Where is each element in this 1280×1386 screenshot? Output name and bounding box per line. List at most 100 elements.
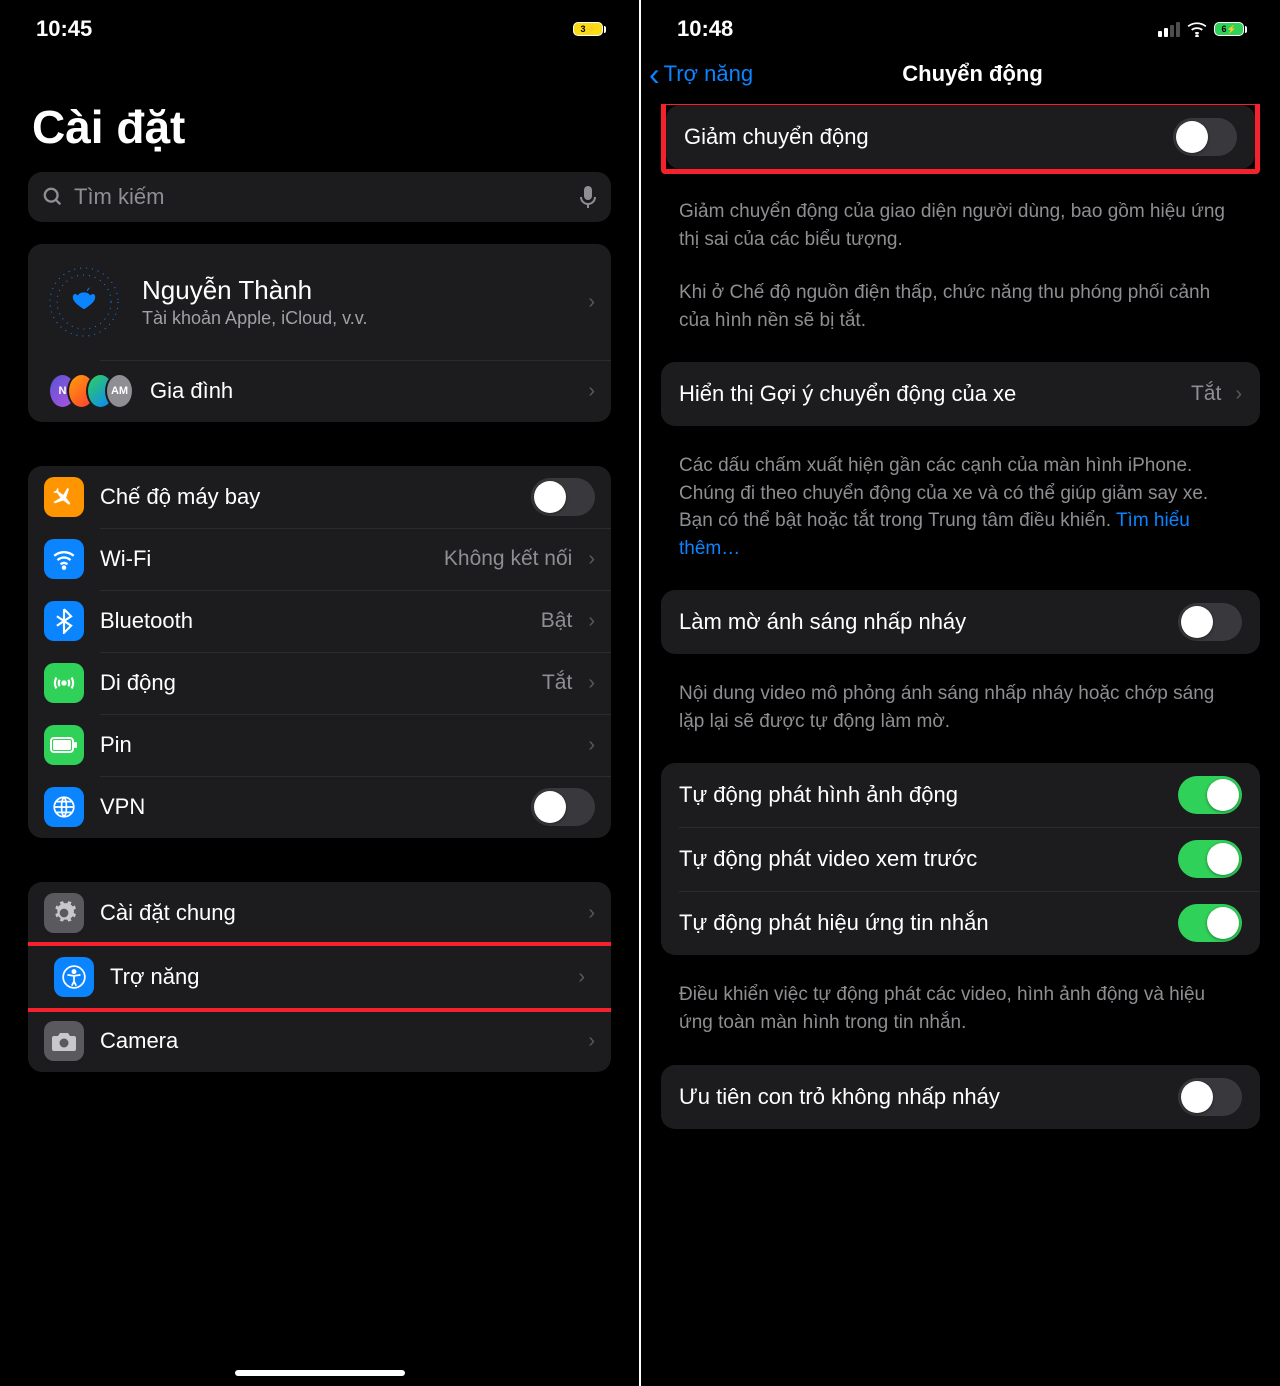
auto-msg-effects-label: Tự động phát hiệu ứng tin nhắn xyxy=(679,910,1164,936)
reduce-motion-group: Giảm chuyển động xyxy=(666,105,1255,169)
airplane-icon xyxy=(44,477,84,517)
dim-flashing-label: Làm mờ ánh sáng nhấp nháy xyxy=(679,609,1164,635)
wifi-icon xyxy=(44,539,84,579)
bluetooth-row[interactable]: Bluetooth Bật › xyxy=(28,590,611,652)
cellular-icon xyxy=(44,663,84,703)
airplane-row[interactable]: Chế độ máy bay xyxy=(28,466,611,528)
auto-images-label: Tự động phát hình ảnh động xyxy=(679,782,1164,808)
auto-msg-effects-toggle[interactable] xyxy=(1178,904,1242,942)
vehicle-cues-value: Tắt xyxy=(1191,382,1221,406)
accessibility-label: Trợ năng xyxy=(110,964,562,990)
wifi-status-icon xyxy=(1186,21,1208,37)
cellular-row[interactable]: Di động Tắt › xyxy=(28,652,611,714)
nav-title: Chuyển động xyxy=(673,61,1272,87)
signal-icon xyxy=(1158,22,1180,37)
camera-label: Camera xyxy=(100,1028,572,1054)
general-row[interactable]: Cài đặt chung › xyxy=(28,882,611,944)
wifi-label: Wi-Fi xyxy=(100,546,428,572)
gear-icon xyxy=(44,893,84,933)
connectivity-group: Chế độ máy bay Wi-Fi Không kết nối › Blu… xyxy=(28,466,611,838)
profile-subtitle: Tài khoản Apple, iCloud, v.v. xyxy=(142,308,570,329)
dim-flashing-row[interactable]: Làm mờ ánh sáng nhấp nháy xyxy=(661,590,1260,654)
reduce-motion-row[interactable]: Giảm chuyển động xyxy=(666,105,1255,169)
chevron-right-icon: › xyxy=(588,672,595,695)
battery-label: Pin xyxy=(100,732,572,758)
phone-right: 10:48 6⚡ ‹ Trợ năng Chuyển động Giảm chu… xyxy=(641,0,1280,1386)
chevron-right-icon: › xyxy=(1235,383,1242,406)
nav-bar: ‹ Trợ năng Chuyển động xyxy=(641,50,1280,104)
search-placeholder: Tìm kiếm xyxy=(74,184,569,210)
status-bar: 10:45 3⚡ xyxy=(0,0,639,50)
airplane-label: Chế độ máy bay xyxy=(100,484,515,510)
chevron-left-icon: ‹ xyxy=(649,58,660,90)
cellular-value: Tắt xyxy=(542,671,572,695)
vpn-row[interactable]: VPN xyxy=(28,776,611,838)
chevron-right-icon: › xyxy=(588,1030,595,1053)
chevron-right-icon: › xyxy=(578,966,585,989)
family-row[interactable]: N AM Gia đình › xyxy=(28,360,611,422)
reduce-motion-desc: Giảm chuyển động của giao diện người dùn… xyxy=(661,188,1260,334)
status-time: 10:45 xyxy=(36,16,92,42)
cursor-group: Ưu tiên con trỏ không nhấp nháy xyxy=(661,1065,1260,1129)
general-group: Cài đặt chung › Trợ năng › Camera › xyxy=(28,882,611,1072)
status-time: 10:48 xyxy=(677,16,733,42)
chevron-right-icon: › xyxy=(588,291,595,314)
chevron-right-icon: › xyxy=(588,610,595,633)
dim-flashing-desc: Nội dung video mô phỏng ánh sáng nhấp nh… xyxy=(661,670,1260,735)
profile-name: Nguyễn Thành xyxy=(142,275,570,306)
bluetooth-icon xyxy=(44,601,84,641)
autoplay-group: Tự động phát hình ảnh động Tự động phát … xyxy=(661,763,1260,955)
dim-flashing-group: Làm mờ ánh sáng nhấp nháy xyxy=(661,590,1260,654)
wifi-row[interactable]: Wi-Fi Không kết nối › xyxy=(28,528,611,590)
profile-row[interactable]: Nguyễn Thành Tài khoản Apple, iCloud, v.… xyxy=(28,244,611,360)
auto-images-toggle[interactable] xyxy=(1178,776,1242,814)
status-bar: 10:48 6⚡ xyxy=(641,0,1280,50)
search-icon xyxy=(42,186,64,208)
vpn-toggle[interactable] xyxy=(531,788,595,826)
prefer-non-blink-row[interactable]: Ưu tiên con trỏ không nhấp nháy xyxy=(661,1065,1260,1129)
family-label: Gia đình xyxy=(150,378,572,404)
accessibility-icon xyxy=(54,957,94,997)
chevron-right-icon: › xyxy=(588,902,595,925)
battery-icon: 6⚡ xyxy=(1214,22,1244,36)
auto-previews-label: Tự động phát video xem trước xyxy=(679,846,1164,872)
chevron-right-icon: › xyxy=(588,380,595,403)
auto-images-row[interactable]: Tự động phát hình ảnh động xyxy=(661,763,1260,827)
reduce-motion-toggle[interactable] xyxy=(1173,118,1237,156)
prefer-non-blink-toggle[interactable] xyxy=(1178,1078,1242,1116)
dim-flashing-toggle[interactable] xyxy=(1178,603,1242,641)
chevron-right-icon: › xyxy=(588,548,595,571)
accessibility-row[interactable]: Trợ năng › xyxy=(28,946,611,1008)
battery-icon: 3⚡ xyxy=(573,22,603,36)
vehicle-cues-desc: Các dấu chấm xuất hiện gần các cạnh của … xyxy=(661,442,1260,562)
auto-previews-row[interactable]: Tự động phát video xem trước xyxy=(661,827,1260,891)
vehicle-cues-label: Hiển thị Gợi ý chuyển động của xe xyxy=(679,381,1177,407)
bluetooth-value: Bật xyxy=(541,609,573,633)
vpn-icon xyxy=(44,787,84,827)
bluetooth-label: Bluetooth xyxy=(100,608,525,634)
chevron-right-icon: › xyxy=(588,734,595,757)
mic-icon[interactable] xyxy=(579,185,597,209)
camera-row[interactable]: Camera › xyxy=(28,1010,611,1072)
profile-group: Nguyễn Thành Tài khoản Apple, iCloud, v.… xyxy=(28,244,611,422)
cellular-label: Di động xyxy=(100,670,526,696)
family-avatars: N AM xyxy=(44,373,134,409)
auto-previews-toggle[interactable] xyxy=(1178,840,1242,878)
vehicle-cues-row[interactable]: Hiển thị Gợi ý chuyển động của xe Tắt › xyxy=(661,362,1260,426)
battery-settings-icon xyxy=(44,725,84,765)
reduce-motion-label: Giảm chuyển động xyxy=(684,124,1159,150)
search-input[interactable]: Tìm kiếm xyxy=(28,172,611,222)
phone-left: 10:45 3⚡ Cài đặt Tìm kiếm xyxy=(0,0,639,1386)
battery-row[interactable]: Pin › xyxy=(28,714,611,776)
avatar xyxy=(44,262,124,342)
general-label: Cài đặt chung xyxy=(100,900,572,926)
auto-msg-effects-row[interactable]: Tự động phát hiệu ứng tin nhắn xyxy=(661,891,1260,955)
vpn-label: VPN xyxy=(100,794,515,820)
airplane-toggle[interactable] xyxy=(531,478,595,516)
home-indicator[interactable] xyxy=(235,1370,405,1376)
vehicle-cues-group: Hiển thị Gợi ý chuyển động của xe Tắt › xyxy=(661,362,1260,426)
prefer-non-blink-label: Ưu tiên con trỏ không nhấp nháy xyxy=(679,1084,1164,1110)
autoplay-desc: Điều khiển việc tự động phát các video, … xyxy=(661,971,1260,1036)
page-title: Cài đặt xyxy=(32,100,611,154)
wifi-value: Không kết nối xyxy=(444,547,572,571)
